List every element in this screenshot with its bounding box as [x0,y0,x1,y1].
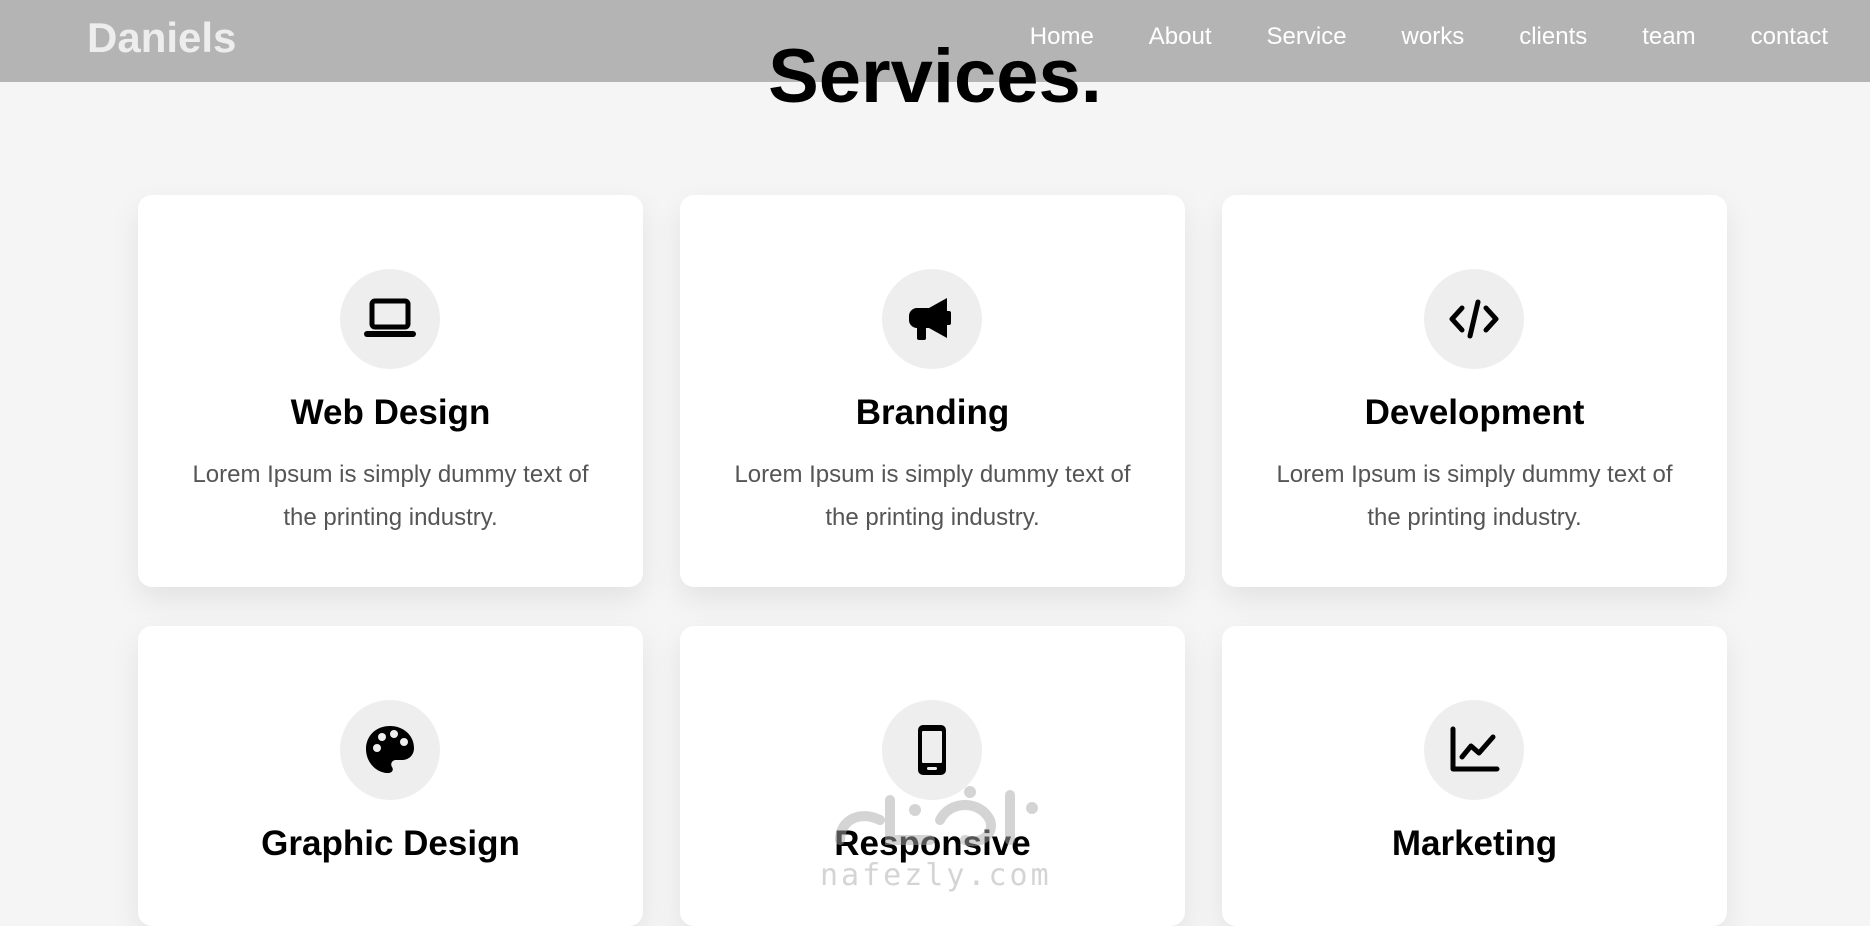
service-card-marketing: Marketing [1222,626,1727,926]
card-text: Lorem Ipsum is simply dummy text of the … [734,461,1131,531]
service-card-development: Development Lorem Ipsum is simply dummy … [1222,195,1727,587]
service-card-graphic-design: Graphic Design [138,626,643,926]
card-text: Lorem Ipsum is simply dummy text of the … [192,461,589,531]
mobile-phone-icon [918,725,946,775]
service-card-responsive: Responsive [680,626,1185,926]
icon-circle [1424,269,1524,369]
card-text: Lorem Ipsum is simply dummy text of the … [1276,461,1673,531]
card-title: Development [1364,393,1585,432]
card-title: Responsive [834,824,1031,863]
icon-circle [340,700,440,800]
icon-circle [1424,700,1524,800]
laptop-icon [364,298,416,337]
service-card-web-design: Web Design Lorem Ipsum is simply dummy t… [138,195,643,587]
card-title: Graphic Design [261,824,520,863]
card-title: Web Design [290,393,491,432]
palette-icon [366,726,414,773]
section-title: Services. [768,34,1102,119]
icon-circle [340,269,440,369]
card-title: Marketing [1391,824,1558,863]
icon-circle [882,269,982,369]
service-card-branding: Branding Lorem Ipsum is simply dummy tex… [680,195,1185,587]
megaphone-icon [909,298,951,340]
card-title: Branding [855,393,1010,432]
code-icon [1449,299,1499,339]
icon-circle [882,700,982,800]
chart-line-icon [1450,726,1500,772]
